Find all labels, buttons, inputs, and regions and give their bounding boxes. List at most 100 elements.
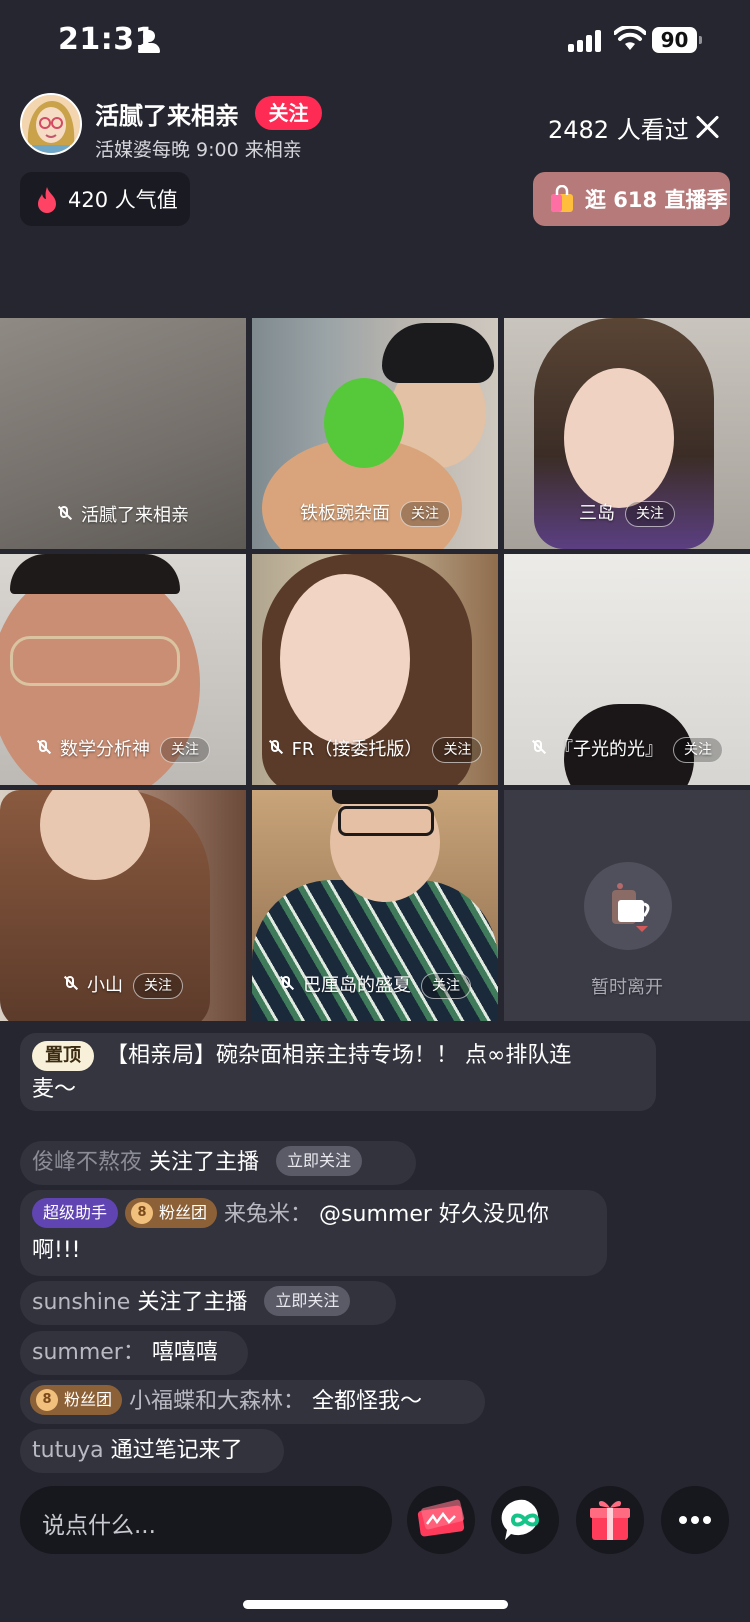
- chat-user[interactable]: summer：: [32, 1340, 145, 1365]
- video-tile[interactable]: 小山 关注: [0, 790, 246, 1021]
- tile-name: 『子光的光』: [555, 739, 663, 760]
- mic-muted-icon: [268, 740, 282, 758]
- mic-muted-icon: [36, 740, 50, 758]
- tile-name: 铁板豌杂面: [300, 503, 390, 524]
- viewer-count[interactable]: 2482 人看过: [548, 110, 689, 145]
- video-tile[interactable]: 『子光的光』 关注: [504, 554, 750, 785]
- tile-name: 活腻了来相亲: [81, 505, 189, 526]
- chat-text: 关注了主播: [137, 1290, 248, 1315]
- chat-text-continued: 啊!!!: [32, 1238, 81, 1263]
- chat-user[interactable]: 俊峰不熬夜: [32, 1150, 142, 1175]
- mic-muted-icon: [531, 740, 545, 758]
- comment-input[interactable]: 说点什么...: [20, 1486, 392, 1554]
- tile-caption: 三岛 关注: [504, 499, 750, 527]
- tile-name: 暂时离开: [591, 977, 663, 998]
- video-tile[interactable]: 巴厘岛的盛夏 关注: [252, 790, 498, 1021]
- tile-follow-button[interactable]: 关注: [625, 501, 675, 527]
- more-icon: [679, 1516, 711, 1524]
- chat-text: @summer 好久没见你: [319, 1202, 549, 1227]
- glasses: [10, 636, 180, 686]
- participant-hair: [382, 323, 494, 383]
- tile-caption: 数学分析神 关注: [0, 735, 246, 763]
- mic-muted-icon: [57, 506, 71, 524]
- tile-name: 小山: [87, 975, 123, 996]
- follow-now-button[interactable]: 立即关注: [276, 1146, 363, 1176]
- battery-level: 90: [652, 27, 697, 53]
- tile-caption: 铁板豌杂面 关注: [252, 499, 498, 527]
- popularity-pill[interactable]: 420 人气值: [20, 172, 190, 226]
- person-icon: [138, 30, 160, 54]
- video-grid: 活腻了来相亲 铁板豌杂面 关注 三岛 关注 数学分析神 关注 FR（接委托版） 关注 『…: [0, 318, 750, 1022]
- tile-follow-button[interactable]: 关注: [400, 501, 450, 527]
- status-bar: 21:31 90: [0, 0, 750, 84]
- follow-now-button[interactable]: 立即关注: [264, 1286, 351, 1316]
- tile-follow-button[interactable]: 关注: [673, 737, 723, 763]
- tile-caption: 巴厘岛的盛夏 关注: [252, 971, 498, 999]
- chat-user[interactable]: tutuya: [32, 1438, 104, 1463]
- participant-hair: [10, 554, 180, 594]
- chat-message: summer： 嘻嘻嘻: [20, 1331, 248, 1375]
- video-tile[interactable]: 三岛 关注: [504, 318, 750, 549]
- fire-icon: [38, 187, 56, 213]
- tile-follow-button[interactable]: 关注: [160, 737, 210, 763]
- glasses: [338, 806, 434, 836]
- tile-name: 巴厘岛的盛夏: [303, 975, 411, 996]
- tile-caption: 小山 关注: [0, 971, 246, 999]
- signal-icon: [568, 30, 604, 52]
- video-tile[interactable]: 数学分析神 关注: [0, 554, 246, 785]
- mic-muted-icon: [63, 976, 77, 994]
- host-avatar[interactable]: [20, 93, 82, 155]
- tile-follow-button[interactable]: 关注: [133, 973, 183, 999]
- tile-name: 数学分析神: [60, 739, 150, 760]
- more-button[interactable]: [661, 1486, 729, 1554]
- tile-follow-button[interactable]: 关注: [421, 973, 471, 999]
- promo-pill[interactable]: 逛 618 直播季: [533, 172, 730, 226]
- home-indicator[interactable]: [243, 1600, 508, 1609]
- green-toy: [324, 378, 404, 468]
- chat-text: 通过笔记来了: [110, 1438, 243, 1463]
- video-tile[interactable]: 铁板豌杂面 关注: [252, 318, 498, 549]
- host-subtitle: 活媒婆每晚 9:00 来相亲: [95, 139, 302, 161]
- chat-text: 关注了主播: [149, 1150, 260, 1175]
- participant-face: [564, 368, 674, 508]
- tile-caption: 暂时离开: [504, 973, 750, 999]
- fan-club-badge: 粉丝团: [125, 1198, 218, 1228]
- link-mic-icon: [501, 1499, 540, 1540]
- close-icon[interactable]: [692, 112, 724, 144]
- host-name[interactable]: 活腻了来相亲: [95, 96, 239, 131]
- wifi-icon: [614, 26, 646, 50]
- coffee-cup-icon: [584, 862, 672, 950]
- chat-text: 全都怪我～: [312, 1389, 423, 1414]
- pinned-badge: 置顶: [32, 1041, 94, 1071]
- tile-name: 三岛: [579, 503, 615, 524]
- pinned-message[interactable]: 置顶 【相亲局】碗杂面相亲主持专场！！ 点∞排队连 麦～: [20, 1033, 656, 1111]
- video-tile[interactable]: FR（接委托版） 关注: [252, 554, 498, 785]
- video-tile-host[interactable]: 活腻了来相亲: [0, 318, 246, 549]
- chat-message: 俊峰不熬夜 关注了主播 立即关注: [20, 1141, 416, 1185]
- video-tile-away[interactable]: 暂时离开: [504, 790, 750, 1021]
- chat-user[interactable]: sunshine: [32, 1290, 130, 1315]
- popularity-label: 420 人气值: [68, 188, 178, 212]
- tile-caption: 活腻了来相亲: [0, 501, 246, 527]
- gift-button[interactable]: [576, 1486, 644, 1554]
- shopping-bag-icon: [551, 185, 573, 212]
- mic-muted-icon: [279, 976, 293, 994]
- participant-hair: [332, 790, 438, 804]
- tile-follow-button[interactable]: 关注: [432, 737, 483, 763]
- chat-user[interactable]: 来兔米：: [224, 1202, 312, 1227]
- follow-button[interactable]: 关注: [255, 96, 322, 130]
- popularity-ticket-button[interactable]: [407, 1486, 475, 1554]
- chat-text: 嘻嘻嘻: [151, 1340, 218, 1365]
- pinned-text: 【相亲局】碗杂面相亲主持专场！！ 点∞排队连: [106, 1043, 572, 1068]
- chat-message: 超级助手 粉丝团 来兔米： @summer 好久没见你 啊!!!: [20, 1190, 607, 1276]
- comment-placeholder: 说点什么...: [42, 1513, 156, 1539]
- tile-caption: 『子光的光』 关注: [504, 735, 750, 763]
- tile-name: FR（接委托版）: [291, 739, 423, 760]
- chat-message: sunshine 关注了主播 立即关注: [20, 1281, 396, 1325]
- chat-user[interactable]: 小福蝶和大森林：: [129, 1389, 305, 1414]
- link-mic-button[interactable]: [491, 1486, 559, 1554]
- fan-club-badge: 粉丝团: [30, 1385, 123, 1415]
- gift-icon: [590, 1501, 630, 1540]
- battery-icon: 90: [652, 27, 702, 53]
- tile-caption: FR（接委托版） 关注: [252, 735, 498, 763]
